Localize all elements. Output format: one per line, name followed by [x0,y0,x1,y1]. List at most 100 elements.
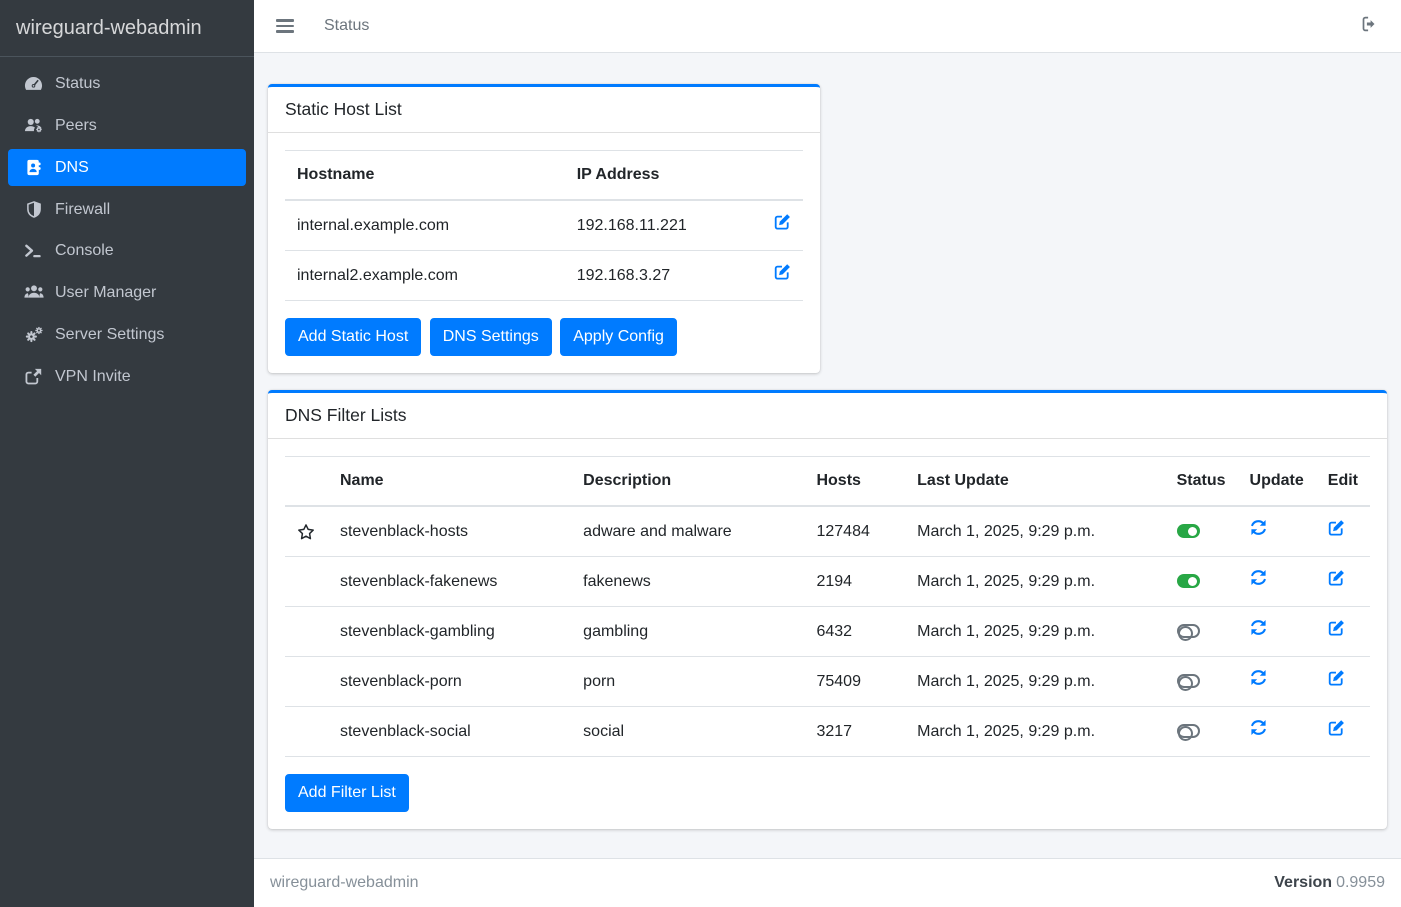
edit-list-button[interactable] [1328,619,1345,644]
sync-icon [1250,519,1267,544]
sidebar-item-user-manager[interactable]: User Manager [8,274,246,311]
hosts-cell: 127484 [804,506,905,557]
sidebar-item-server-settings[interactable]: Server Settings [8,316,246,353]
last-update-cell: March 1, 2025, 9:29 p.m. [905,607,1164,657]
star-icon[interactable] [297,523,316,541]
edit-list-button[interactable] [1328,669,1345,694]
status-toggle[interactable] [1177,624,1200,638]
edit-icon [1328,619,1345,644]
status-toggle[interactable] [1177,574,1200,588]
name-cell: stevenblack-fakenews [328,557,571,607]
dns-filter-lists-card: DNS Filter Lists Name Description H [268,390,1387,829]
edit-list-button[interactable] [1328,569,1345,594]
col-description: Description [571,457,804,507]
col-hostname: Hostname [285,151,565,201]
status-toggle[interactable] [1177,674,1200,688]
edit-host-button[interactable] [774,213,791,238]
col-update: Update [1238,457,1316,507]
topbar: Status [254,0,1401,53]
sidebar-item-label: Console [55,242,114,260]
main-wrapper: Status Static Host List Hostname [254,0,1401,907]
sidebar-item-vpn-invite[interactable]: VPN Invite [8,358,246,395]
sidebar-item-firewall[interactable]: Firewall [8,191,246,228]
sidebar-item-console[interactable]: Console [8,233,246,269]
description-cell: social [571,707,804,757]
card-title: DNS Filter Lists [285,405,1370,426]
name-cell: stevenblack-porn [328,657,571,707]
update-list-button[interactable] [1250,619,1267,644]
address-book-icon [22,158,45,177]
card-title: Static Host List [285,99,803,120]
sync-icon [1250,719,1267,744]
menu-toggle-button[interactable] [276,16,294,36]
name-cell: stevenblack-gambling [328,607,571,657]
edit-icon [1328,719,1345,744]
col-status: Status [1165,457,1238,507]
status-toggle[interactable] [1177,724,1200,738]
terminal-icon [22,242,45,260]
col-hosts: Hosts [804,457,905,507]
last-update-cell: March 1, 2025, 9:29 p.m. [905,707,1164,757]
content-area: Static Host List Hostname IP Address [254,53,1401,858]
sync-icon [1250,669,1267,694]
col-star [285,457,328,507]
ip-cell: 192.168.11.221 [565,200,762,251]
hostname-cell: internal.example.com [285,200,565,251]
add-static-host-button[interactable]: Add Static Host [285,318,421,356]
edit-icon [1328,669,1345,694]
topbar-nav-status[interactable]: Status [324,17,369,35]
add-filter-list-button[interactable]: Add Filter List [285,774,409,812]
static-host-list-header: Static Host List [268,87,820,133]
sidebar-item-label: Server Settings [55,326,164,344]
footer: wireguard-webadmin Version0.9959 [254,858,1401,907]
filter-list-row: stevenblack-social social 3217 March 1, … [285,707,1370,757]
sidebar: wireguard-webadmin Status Peers DNS Fire… [0,0,254,907]
hosts-cell: 6432 [804,607,905,657]
static-host-table: Hostname IP Address internal.example.com… [285,150,803,301]
sync-icon [1250,569,1267,594]
hosts-cell: 2194 [804,557,905,607]
edit-icon [774,213,791,238]
gears-icon [22,325,45,344]
status-toggle[interactable] [1177,524,1200,538]
col-ip-address: IP Address [565,151,762,201]
dns-filter-table: Name Description Hosts Last Update Statu… [285,456,1370,757]
update-list-button[interactable] [1250,519,1267,544]
sidebar-item-label: User Manager [55,284,156,302]
update-list-button[interactable] [1250,669,1267,694]
last-update-cell: March 1, 2025, 9:29 p.m. [905,657,1164,707]
footer-version: Version0.9959 [1274,874,1385,892]
name-cell: stevenblack-hosts [328,506,571,557]
dns-settings-button[interactable]: DNS Settings [430,318,552,356]
edit-host-button[interactable] [774,263,791,288]
sidebar-item-dns[interactable]: DNS [8,149,246,186]
name-cell: stevenblack-social [328,707,571,757]
sidebar-item-status[interactable]: Status [8,65,246,102]
description-cell: fakenews [571,557,804,607]
ip-cell: 192.168.3.27 [565,251,762,301]
description-cell: adware and malware [571,506,804,557]
share-icon [22,367,45,386]
static-host-row: internal2.example.com 192.168.3.27 [285,251,803,301]
edit-list-button[interactable] [1328,719,1345,744]
hosts-cell: 75409 [804,657,905,707]
update-list-button[interactable] [1250,569,1267,594]
sidebar-item-label: Firewall [55,201,110,219]
user-group-icon [22,283,45,302]
apply-config-button[interactable]: Apply Config [560,318,677,356]
sidebar-item-peers[interactable]: Peers [8,107,246,144]
version-value: 0.9959 [1336,874,1385,891]
brand-link[interactable]: wireguard-webadmin [0,0,254,57]
shield-icon [22,200,45,219]
update-list-button[interactable] [1250,719,1267,744]
dns-filter-lists-header: DNS Filter Lists [268,393,1387,439]
sidebar-item-label: DNS [55,159,89,177]
sidebar-item-label: Peers [55,117,97,135]
filter-list-row: stevenblack-hosts adware and malware 127… [285,506,1370,557]
sign-out-button[interactable] [1361,15,1379,38]
sidebar-item-label: Status [55,75,100,93]
edit-list-button[interactable] [1328,519,1345,544]
col-name: Name [328,457,571,507]
static-host-list-card: Static Host List Hostname IP Address [268,84,820,373]
tachometer-icon [22,74,45,93]
